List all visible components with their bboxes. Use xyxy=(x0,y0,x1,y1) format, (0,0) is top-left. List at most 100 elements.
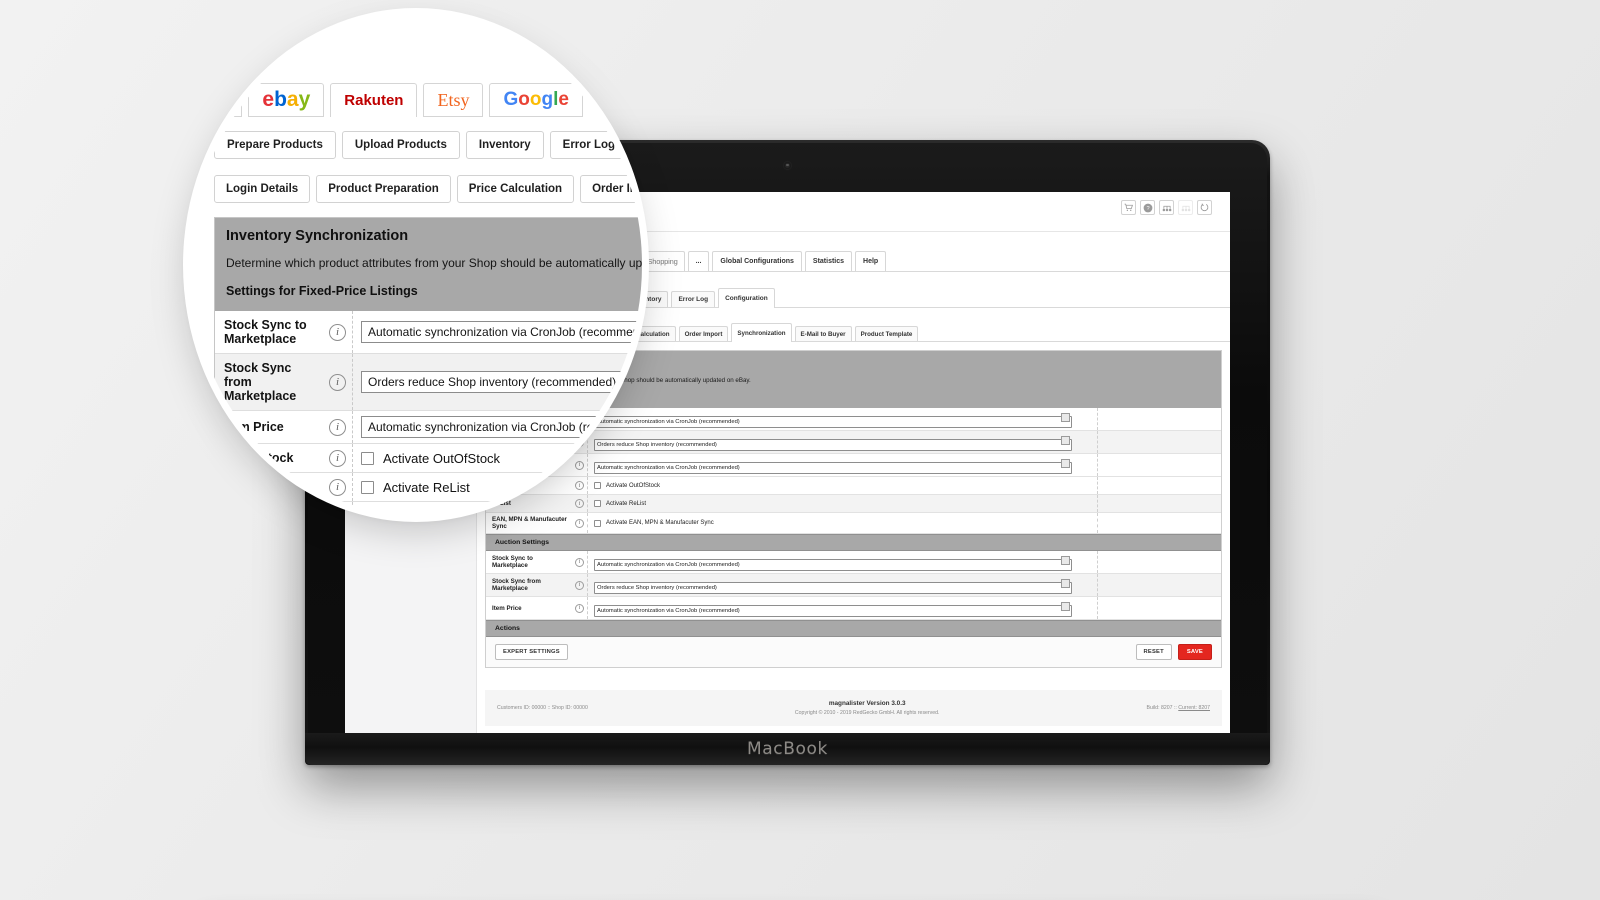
row-control: Automatic synchronization via CronJob (r… xyxy=(353,311,642,353)
info-icon[interactable]: i xyxy=(575,580,584,590)
marketplace-tab-statistics[interactable]: Statistics xyxy=(804,251,853,271)
ean-mpn-label: Activate EAN, MPN & Manufacuter Sync xyxy=(606,520,714,526)
stock-sync-to-marketplace-select[interactable]: Automatic synchronization via CronJob (r… xyxy=(594,416,1072,428)
row-label: N, MPN & Manufacuter Sync xyxy=(215,502,323,515)
svg-text:?: ? xyxy=(1146,206,1149,212)
tab-inventory[interactable]: Inventory xyxy=(465,131,544,159)
connections-icon[interactable] xyxy=(1159,200,1174,215)
tab-email-to-buyer[interactable]: E-Mail to Buyer xyxy=(794,326,852,341)
outofstock-checkbox[interactable] xyxy=(361,451,374,465)
info-icon[interactable]: i xyxy=(329,478,346,496)
help-icon[interactable]: ? xyxy=(1140,200,1155,215)
row-label: Stock Sync from Marketplace xyxy=(224,361,297,403)
tab-order-import[interactable]: Order Import xyxy=(678,326,729,341)
info-icon-cell: i xyxy=(572,597,588,619)
marketplace-tab-rakuten[interactable]: Rakuten xyxy=(330,83,418,117)
stock-sync-to-marketplace-select[interactable]: Automatic synchronization via CronJob (r… xyxy=(361,321,642,343)
table-row: Stock Sync from Marketplace i Orders red… xyxy=(486,574,1221,597)
row-control: Automatic synchronization via CronJob (r… xyxy=(588,454,1097,476)
row-tail xyxy=(1097,477,1221,494)
tab-prepare-products[interactable]: Prepare Products xyxy=(214,131,336,159)
reset-button[interactable]: RESET xyxy=(1135,644,1172,660)
outofstock-label: Activate OutOfStock xyxy=(383,450,501,466)
magnified-level2-tabs: Prepare Products Upload Products Invento… xyxy=(214,131,642,159)
tab-price-calculation[interactable]: Price Calculation xyxy=(456,175,575,203)
magnified-panel: Inventory Synchronization Determine whic… xyxy=(214,217,642,515)
table-row: Stock Sync to Marketplace i Automatic sy… xyxy=(215,311,642,354)
marketplace-tab-global-configurations[interactable]: Global Configurations xyxy=(712,251,802,271)
tab-order-import[interactable]: Order Import xyxy=(580,175,642,203)
fixed-price-heading: Settings for Fixed-Price Listings xyxy=(226,284,418,298)
row-label: OutOfStock xyxy=(224,451,294,465)
table-row: Stock Sync from Marketplace i Orders red… xyxy=(215,354,642,411)
save-button[interactable]: SAVE xyxy=(1177,644,1212,660)
row-tail xyxy=(1097,454,1221,476)
tab-login-details[interactable]: Login Details xyxy=(214,175,311,203)
footer-copyright: Copyright © 2010 - 2019 RedGecko GmbH. A… xyxy=(794,710,940,716)
row-tail xyxy=(1097,513,1221,533)
info-icon[interactable]: i xyxy=(329,418,346,436)
auction-stock-sync-to-select[interactable]: Automatic synchronization via CronJob (r… xyxy=(594,559,1072,571)
auction-settings-heading: Auction Settings xyxy=(486,534,1221,551)
refresh-icon[interactable] xyxy=(1197,200,1212,215)
marketplace-tab-more[interactable]: ... xyxy=(687,251,710,271)
marketplace-tab-etsy[interactable]: Etsy xyxy=(423,83,484,117)
info-icon[interactable]: i xyxy=(329,323,346,341)
auction-item-price-select[interactable]: Automatic synchronization via CronJob (r… xyxy=(594,605,1072,617)
tab-upload-products[interactable]: Upload Products xyxy=(341,131,460,159)
cart-icon[interactable] xyxy=(1121,200,1136,215)
info-icon[interactable]: i xyxy=(329,449,346,467)
expert-settings-button[interactable]: EXPERT SETTINGS xyxy=(495,644,568,660)
info-icon-cell: i xyxy=(323,354,353,410)
relist-checkbox[interactable] xyxy=(361,480,374,494)
tab-product-template[interactable]: Product Template xyxy=(854,326,919,341)
table-row: Stock Sync to Marketplace i Automatic sy… xyxy=(486,551,1221,574)
info-icon[interactable]: i xyxy=(329,373,346,391)
row-tail xyxy=(1097,574,1221,596)
app-footer: Customers ID: 00000 :: Shop ID: 00000 ma… xyxy=(485,690,1222,726)
macbook-wordmark: MacBook xyxy=(747,739,828,759)
info-icon[interactable]: i xyxy=(575,518,584,528)
marketplace-tab-amazon[interactable]: n xyxy=(214,83,243,117)
tab-synchronization[interactable]: Synchronization xyxy=(731,323,792,342)
stock-sync-from-marketplace-select[interactable]: Orders reduce Shop inventory (recommende… xyxy=(361,371,642,393)
row-label: Stock Sync from Marketplace xyxy=(492,578,541,592)
scene-background: ? e Shopping ... Global Configurations S… xyxy=(0,0,1600,900)
row-label: EAN, MPN & Manufacuter Sync xyxy=(492,516,567,530)
stock-sync-from-marketplace-select[interactable]: Orders reduce Shop inventory (recommende… xyxy=(594,439,1072,451)
row-control: Activate EAN, MPN & Manufacuter Sync xyxy=(353,502,642,515)
info-icon-cell: i xyxy=(323,444,353,472)
marketplace-tab-google-shopping[interactable]: Google xyxy=(489,83,583,117)
footer-build: Build: 8207 :: Current: 8207 xyxy=(1147,705,1210,711)
ean-mpn-checkbox[interactable] xyxy=(594,519,601,527)
item-price-select[interactable]: Automatic synchronization via CronJob (r… xyxy=(594,462,1072,474)
tab-configuration[interactable]: Configuration xyxy=(634,131,642,159)
row-tail xyxy=(1097,495,1221,512)
row-control: Orders reduce Shop inventory (recommende… xyxy=(353,354,642,410)
marketplace-tab-ebay[interactable]: ebay xyxy=(248,83,325,117)
item-price-select[interactable]: Automatic synchronization via CronJob (r… xyxy=(361,416,642,438)
row-tail xyxy=(1097,408,1221,430)
footer-build-link[interactable]: Current: 8207 xyxy=(1178,705,1210,711)
row-tail xyxy=(1097,597,1221,619)
info-icon[interactable]: i xyxy=(575,557,584,567)
table-row: Item Price i Automatic synchronization v… xyxy=(215,411,642,444)
webcam-icon xyxy=(784,162,791,169)
tab-configuration[interactable]: Configuration xyxy=(718,288,775,308)
laptop-bottom-bezel: MacBook xyxy=(305,733,1270,765)
marketplace-tab-help[interactable]: Help xyxy=(855,251,887,271)
tab-error-log[interactable]: Error Log xyxy=(671,291,716,307)
tab-product-preparation[interactable]: Product Preparation xyxy=(316,175,451,203)
info-icon-cell: i xyxy=(323,411,353,443)
footer-version: magnalister Version 3.0.3 xyxy=(828,700,906,707)
info-icon-cell: i xyxy=(323,311,353,353)
relist-label: Activate ReList xyxy=(383,479,470,495)
table-row: N, MPN & Manufacuter Sync i Activate EAN… xyxy=(215,502,642,515)
auction-stock-sync-from-select[interactable]: Orders reduce Shop inventory (recommende… xyxy=(594,582,1072,594)
info-icon[interactable]: i xyxy=(575,603,584,613)
tab-error-log[interactable]: Error Log xyxy=(549,131,629,159)
table-row: EAN, MPN & Manufacuter Sync i Activate E… xyxy=(486,513,1221,534)
panel-description: Determine which product attributes from … xyxy=(226,256,642,270)
connections-dim-icon[interactable] xyxy=(1178,200,1193,215)
magnifier-lens: n ebay Rakuten Etsy Google Prepare Produ… xyxy=(190,15,642,515)
